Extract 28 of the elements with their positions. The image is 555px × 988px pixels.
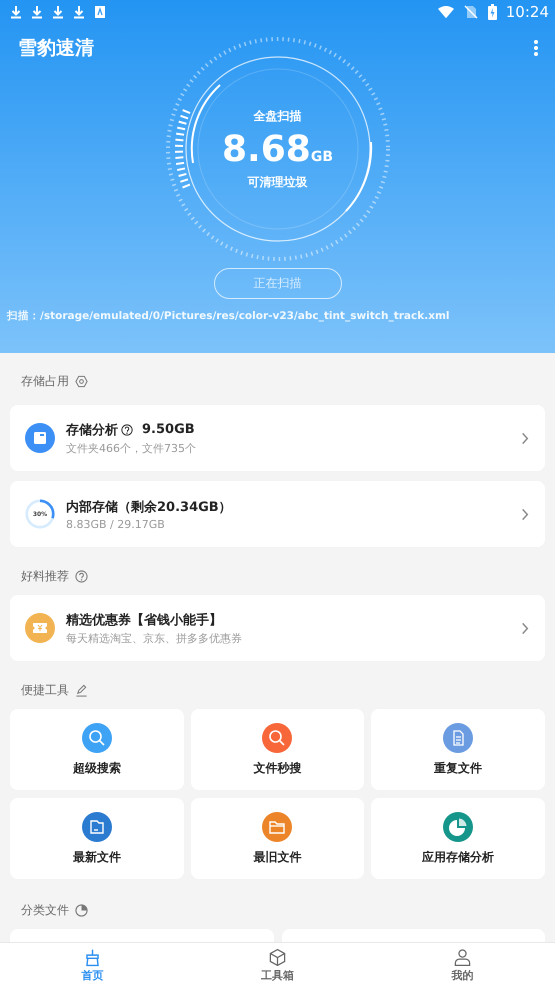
- card-subtitle: 8.83GB / 29.17GB: [66, 518, 166, 530]
- tool-tile[interactable]: 最旧文件: [190, 798, 364, 879]
- tool-tile[interactable]: 超级搜索: [10, 709, 184, 790]
- section-title: 好料推荐: [21, 568, 69, 584]
- junk-amount: 8.68: [222, 128, 311, 170]
- scan-caption: 全盘扫描: [254, 108, 302, 124]
- app-title: 雪豹速清: [18, 36, 94, 61]
- card-subtitle: 每天精选淘宝、京东、拼多多优惠券: [66, 630, 243, 646]
- scan-path: 扫描：/storage/emulated/0/Pictures/res/color-v23/abc_tint_switch_track.xml: [6, 309, 451, 323]
- junk-unit: GB: [310, 148, 333, 164]
- scan-subtitle: 可清理垃圾: [248, 174, 308, 190]
- nav-tab[interactable]: 我的: [370, 943, 555, 988]
- storage-analysis-card[interactable]: 存储分析 9.50GB 文件夹466个，文件735个: [10, 405, 545, 471]
- card-title: 存储分析: [66, 422, 118, 438]
- section-title: 分类文件: [21, 902, 69, 918]
- status-time: 10:24: [506, 3, 549, 21]
- tool-tile[interactable]: 文件秒搜: [190, 709, 364, 790]
- nav-tab[interactable]: 工具箱: [185, 943, 370, 988]
- tool-tile[interactable]: 重复文件: [371, 709, 545, 790]
- card-title: 精选优惠券【省钱小能手】: [66, 612, 223, 628]
- card-title: 内部存储（剩余20.34GB）: [66, 498, 233, 516]
- tool-tile[interactable]: 最新文件: [10, 798, 184, 879]
- coupon-card[interactable]: 精选优惠券【省钱小能手】 每天精选淘宝、京东、拼多多优惠券: [10, 595, 545, 661]
- tool-tile[interactable]: 应用存储分析: [371, 798, 545, 879]
- section-title: 存储占用: [21, 372, 69, 390]
- storage-size: 9.50GB: [142, 422, 195, 437]
- section-title: 便捷工具: [21, 682, 69, 698]
- card-subtitle: 文件夹466个，文件735个: [66, 440, 197, 456]
